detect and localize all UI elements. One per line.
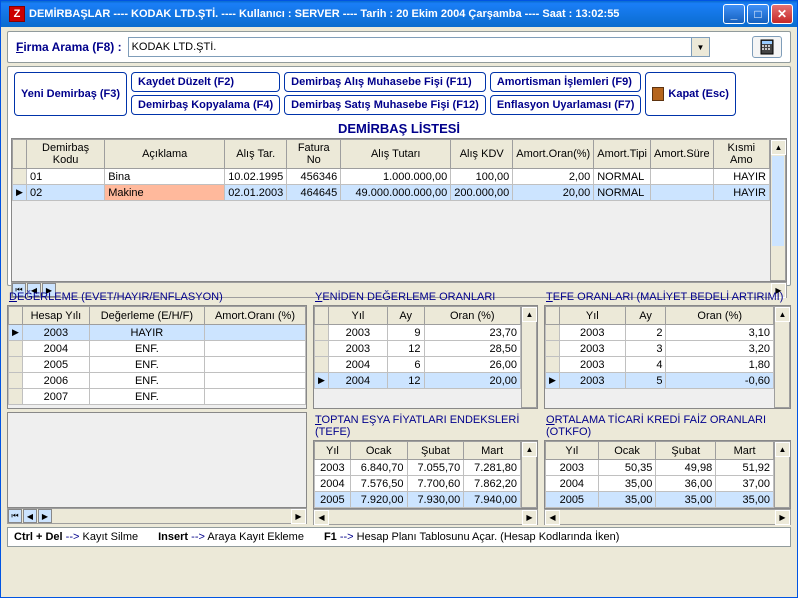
- main-grid-vscroll[interactable]: ▲: [770, 139, 786, 281]
- table-row[interactable]: 2005ENF.: [9, 357, 306, 373]
- door-icon: [652, 87, 664, 101]
- table-row[interactable]: 2007ENF.: [9, 389, 306, 405]
- valuation-grid[interactable]: Hesap Yılı Değerleme (E/H/F) Amort.Oranı…: [8, 306, 306, 405]
- table-row[interactable]: ▶20035-0,60: [546, 373, 774, 389]
- valuation-title: DEĞERLEME (EVET/HAYIR/ENFLASYON): [7, 289, 307, 305]
- titlebar: Z DEMİRBAŞLAR ---- KODAK LTD.ŞTİ. ---- K…: [1, 1, 797, 27]
- close-button[interactable]: Kapat (Esc): [645, 72, 736, 116]
- amortization-button[interactable]: Amortisman İşlemleri (F9): [490, 72, 642, 92]
- table-row[interactable]: 200535,0035,0035,00: [546, 492, 774, 508]
- table-row[interactable]: ▶20041220,00: [315, 373, 521, 389]
- otkfo-vscroll[interactable]: ▲: [774, 441, 790, 508]
- firm-search-dropdown-icon[interactable]: ▼: [692, 37, 710, 57]
- asset-grid[interactable]: Demirbaş Kodu Açıklama Alış Tar. Fatura …: [12, 139, 770, 201]
- table-row[interactable]: 2003923,70: [315, 325, 521, 341]
- revaluation-title: YENİDEN DEĞERLEME ORANLARI: [313, 289, 538, 305]
- tefe-index-hscroll[interactable]: ◀▶: [313, 509, 538, 525]
- table-row[interactable]: ▶ 02 Makine 02.01.2003 464645 49.000.000…: [13, 185, 770, 201]
- tefe-rates-title: TEFE ORANLARI (MALİYET BEDELİ ARTIRIMI): [544, 289, 791, 305]
- app-icon: Z: [9, 6, 25, 22]
- window-title: DEMİRBAŞLAR ---- KODAK LTD.ŞTİ. ---- Kul…: [29, 8, 619, 20]
- new-asset-button[interactable]: Yeni Demirbaş (F3): [14, 72, 127, 116]
- hint-f1: F1 --> Hesap Planı Tablosunu Açar. (Hesa…: [324, 531, 619, 543]
- table-row[interactable]: 200435,0036,0037,00: [546, 476, 774, 492]
- hint-delete: Ctrl + Del --> Kayıt Silme: [14, 531, 138, 543]
- table-row[interactable]: 2004626,00: [315, 357, 521, 373]
- close-button-label: Kapat (Esc): [668, 88, 729, 100]
- table-row[interactable]: 200341,80: [546, 357, 774, 373]
- buy-receipt-button[interactable]: Demirbaş Alış Muhasebe Fişi (F11): [284, 72, 486, 92]
- maximize-button[interactable]: □: [747, 4, 769, 24]
- table-row[interactable]: 2004ENF.: [9, 341, 306, 357]
- otkfo-hscroll[interactable]: ◀▶: [544, 509, 791, 525]
- calculator-button[interactable]: [752, 36, 782, 58]
- copy-asset-button[interactable]: Demirbaş Kopyalama (F4): [131, 95, 280, 115]
- table-row[interactable]: 200350,3549,9851,92: [546, 460, 774, 476]
- revaluation-grid[interactable]: YılAyOran (%) 2003923,70 20031228,50 200…: [314, 306, 521, 389]
- firm-search-combo[interactable]: ▼: [128, 37, 710, 57]
- save-edit-button[interactable]: Kaydet Düzelt (F2): [131, 72, 280, 92]
- tefe-index-vscroll[interactable]: ▲: [521, 441, 537, 508]
- table-row[interactable]: 20047.576,507.700,607.862,20: [315, 476, 521, 492]
- calculator-icon: [760, 39, 774, 55]
- tefe-rates-vscroll[interactable]: ▲: [774, 306, 790, 408]
- table-row[interactable]: 20036.840,707.055,707.281,80: [315, 460, 521, 476]
- table-row[interactable]: 01 Bina 10.02.1995 456346 1.000.000,00 1…: [13, 169, 770, 185]
- firm-search-input[interactable]: [128, 37, 692, 57]
- close-window-button[interactable]: ✕: [771, 4, 793, 24]
- table-row[interactable]: 200333,20: [546, 341, 774, 357]
- minimize-button[interactable]: _: [723, 4, 745, 24]
- valuation-hscroll[interactable]: ⏮◀▶ ▶: [7, 508, 307, 524]
- footer-hints: Ctrl + Del --> Kayıt Silme Insert --> Ar…: [7, 527, 791, 547]
- tefe-rates-grid[interactable]: YılAyOran (%) 200323,10 200333,20 200341…: [545, 306, 774, 389]
- hint-insert: Insert --> Araya Kayıt Ekleme: [158, 531, 304, 543]
- otkfo-title: ORTALAMA TİCARİ KREDİ FAİZ ORANLARI (OTK…: [544, 412, 791, 440]
- inflation-adjust-button[interactable]: Enflasyon Uyarlaması (F7): [490, 95, 642, 115]
- tefe-index-title: TOPTAN EŞYA FİYATLARI ENDEKSLERİ (TEFE): [313, 412, 538, 440]
- tefe-index-grid[interactable]: YılOcakŞubatMart 20036.840,707.055,707.2…: [314, 441, 521, 508]
- table-row[interactable]: 20057.920,007.930,007.940,00: [315, 492, 521, 508]
- table-row[interactable]: 2006ENF.: [9, 373, 306, 389]
- firm-search-label: Firma Arama (F8) :: [16, 40, 122, 54]
- table-row[interactable]: ▶2003HAYIR: [9, 325, 306, 341]
- otkfo-grid[interactable]: YılOcakŞubatMart 200350,3549,9851,92 200…: [545, 441, 774, 508]
- revaluation-vscroll[interactable]: ▲: [521, 306, 537, 408]
- asset-list-title: DEMİRBAŞ LİSTESİ: [11, 119, 787, 138]
- table-row[interactable]: 20031228,50: [315, 341, 521, 357]
- table-row[interactable]: 200323,10: [546, 325, 774, 341]
- sell-receipt-button[interactable]: Demirbaş Satış Muhasebe Fişi (F12): [284, 95, 486, 115]
- rowhead-col: [13, 140, 27, 169]
